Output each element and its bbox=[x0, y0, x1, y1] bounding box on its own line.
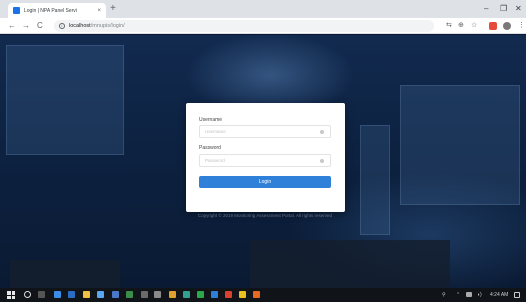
chrome-icon[interactable] bbox=[154, 291, 161, 298]
tab-login[interactable]: Login | NPA Panel Servi × bbox=[8, 3, 106, 18]
file-explorer-icon[interactable] bbox=[83, 291, 90, 298]
tab-title: Login | NPA Panel Servi bbox=[24, 7, 77, 14]
taskbar-app-icon[interactable] bbox=[225, 291, 232, 298]
background-window bbox=[6, 45, 124, 155]
login-card: Username Username Password Password Logi… bbox=[186, 103, 345, 212]
username-placeholder: Username bbox=[205, 129, 226, 134]
translate-icon[interactable]: ⇆ bbox=[446, 21, 452, 31]
taskbar-app-icon[interactable] bbox=[197, 291, 204, 298]
taskbar-app-icon[interactable] bbox=[239, 291, 246, 298]
taskbar-app-icon[interactable] bbox=[54, 291, 61, 298]
password-label: Password bbox=[199, 145, 221, 151]
background-column bbox=[360, 125, 390, 235]
volume-icon[interactable]: ◖) bbox=[477, 291, 482, 299]
new-tab-button[interactable]: + bbox=[110, 3, 116, 15]
username-label: Username bbox=[199, 117, 223, 123]
username-field[interactable]: Username bbox=[199, 125, 331, 138]
taskbar-app-icon[interactable] bbox=[126, 291, 133, 298]
people-icon[interactable]: ⚲ bbox=[442, 291, 446, 299]
search-icon[interactable] bbox=[24, 291, 31, 298]
close-window-button[interactable]: ✕ bbox=[515, 2, 522, 16]
reload-button[interactable]: C bbox=[37, 20, 43, 32]
login-page: Username Username Password Password Logi… bbox=[0, 35, 526, 288]
taskbar-app-icon[interactable] bbox=[68, 291, 75, 298]
taskbar: ⚲ ⌃ ◖) 4:24 AM bbox=[0, 288, 526, 302]
taskbar-app-icon[interactable] bbox=[112, 291, 119, 298]
maximize-button[interactable]: ❐ bbox=[500, 2, 507, 16]
lock-icon bbox=[320, 159, 324, 163]
start-button[interactable] bbox=[7, 291, 15, 299]
back-button[interactable]: ← bbox=[8, 20, 16, 32]
user-icon bbox=[320, 130, 324, 134]
notifications-icon[interactable] bbox=[514, 292, 520, 298]
clock[interactable]: 4:24 AM bbox=[490, 291, 508, 299]
background-desk bbox=[10, 260, 120, 288]
zoom-icon[interactable]: ⊕ bbox=[458, 21, 464, 31]
task-view-icon[interactable] bbox=[38, 291, 45, 298]
address-bar[interactable]: i localhost /mnupis/login/ bbox=[54, 20, 434, 32]
chevron-up-icon[interactable]: ⌃ bbox=[456, 291, 460, 299]
profile-avatar[interactable] bbox=[503, 22, 511, 30]
url-path: /mnupis/login/ bbox=[90, 23, 125, 29]
extension-icon[interactable] bbox=[489, 22, 497, 30]
taskbar-app-icon[interactable] bbox=[169, 291, 176, 298]
taskbar-app-icon[interactable] bbox=[253, 291, 260, 298]
browser-menu-icon[interactable]: ⋮ bbox=[518, 21, 525, 31]
copyright-text: Copyright © 2019 Monitoring Assessment P… bbox=[197, 213, 333, 218]
background-desk bbox=[250, 240, 450, 288]
browser-tab-strip: Login | NPA Panel Servi × + – ❐ ✕ bbox=[0, 0, 526, 18]
tab-close-icon[interactable]: × bbox=[97, 8, 101, 14]
background-window bbox=[400, 85, 520, 205]
login-button[interactable]: Login bbox=[199, 176, 331, 188]
site-info-icon[interactable]: i bbox=[59, 23, 65, 29]
taskbar-app-icon[interactable] bbox=[183, 291, 190, 298]
taskbar-app-icon[interactable] bbox=[211, 291, 218, 298]
network-icon[interactable] bbox=[466, 292, 472, 297]
taskbar-app-icon[interactable] bbox=[97, 291, 104, 298]
forward-button[interactable]: → bbox=[22, 20, 30, 32]
browser-toolbar: ← → C i localhost /mnupis/login/ ⇆ ⊕ ☆ ⋮ bbox=[0, 18, 526, 34]
password-field[interactable]: Password bbox=[199, 154, 331, 167]
bookmark-star-icon[interactable]: ☆ bbox=[471, 21, 477, 31]
minimize-button[interactable]: – bbox=[484, 2, 488, 16]
url-host: localhost bbox=[69, 23, 91, 29]
site-favicon-icon bbox=[13, 7, 20, 14]
password-placeholder: Password bbox=[205, 158, 225, 163]
taskbar-app-icon[interactable] bbox=[141, 291, 148, 298]
